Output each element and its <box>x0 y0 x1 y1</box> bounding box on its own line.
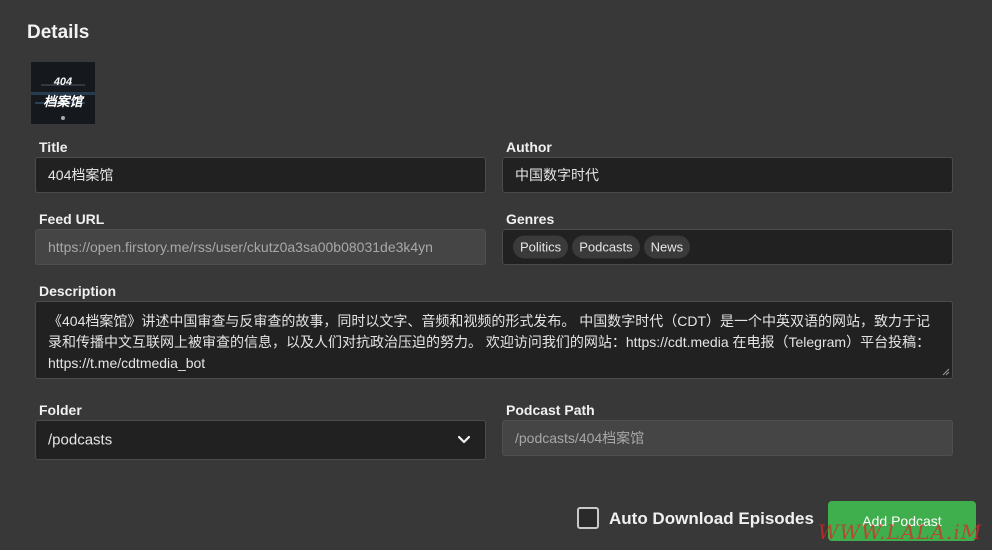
cover-text-line2: 档案馆 <box>43 94 83 109</box>
title-input[interactable]: 404档案馆 <box>35 157 486 193</box>
details-heading: Details <box>27 22 90 43</box>
genres-label: Genres <box>506 211 555 227</box>
cover-text-line1: 404 <box>53 76 73 88</box>
feed-url-input[interactable]: https://open.firstory.me/rss/user/ckutz0… <box>35 229 486 265</box>
description-text: 《404档案馆》讲述中国审查与反审查的故事，同时以文字、音频和视频的形式发布。 … <box>48 313 931 371</box>
podcast-path-label: Podcast Path <box>506 402 595 418</box>
folder-label: Folder <box>39 402 82 418</box>
resize-handle-icon[interactable] <box>942 368 950 376</box>
folder-select[interactable]: /podcasts <box>35 420 486 460</box>
watermark-logo: WWW.LALA.iM <box>818 520 983 544</box>
description-label: Description <box>39 283 117 299</box>
author-label: Author <box>506 139 552 155</box>
title-label: Title <box>39 139 68 155</box>
genres-input[interactable]: Politics Podcasts News <box>502 229 953 265</box>
feed-url-label: Feed URL <box>39 211 105 227</box>
podcast-path-value: /podcasts/404档案馆 <box>515 430 645 446</box>
genre-chip-news[interactable]: News <box>643 235 691 259</box>
author-input[interactable]: 中国数字时代 <box>502 157 953 193</box>
podcast-path-input[interactable]: /podcasts/404档案馆 <box>502 420 953 456</box>
feed-url-value: https://open.firstory.me/rss/user/ckutz0… <box>48 239 433 255</box>
genre-chip-podcasts[interactable]: Podcasts <box>572 235 640 259</box>
author-input-value: 中国数字时代 <box>515 167 599 183</box>
chevron-down-icon <box>457 435 471 444</box>
folder-select-value: /podcasts <box>48 431 113 449</box>
auto-download-label[interactable]: Auto Download Episodes <box>609 509 814 529</box>
title-input-value: 404档案馆 <box>48 167 114 183</box>
podcast-cover-image: 404 档案馆 <box>31 62 95 124</box>
genre-chip-politics[interactable]: Politics <box>513 235 569 259</box>
description-textarea[interactable]: 《404档案馆》讲述中国审查与反审查的故事，同时以文字、音频和视频的形式发布。 … <box>35 301 953 379</box>
auto-download-checkbox[interactable] <box>577 507 599 529</box>
